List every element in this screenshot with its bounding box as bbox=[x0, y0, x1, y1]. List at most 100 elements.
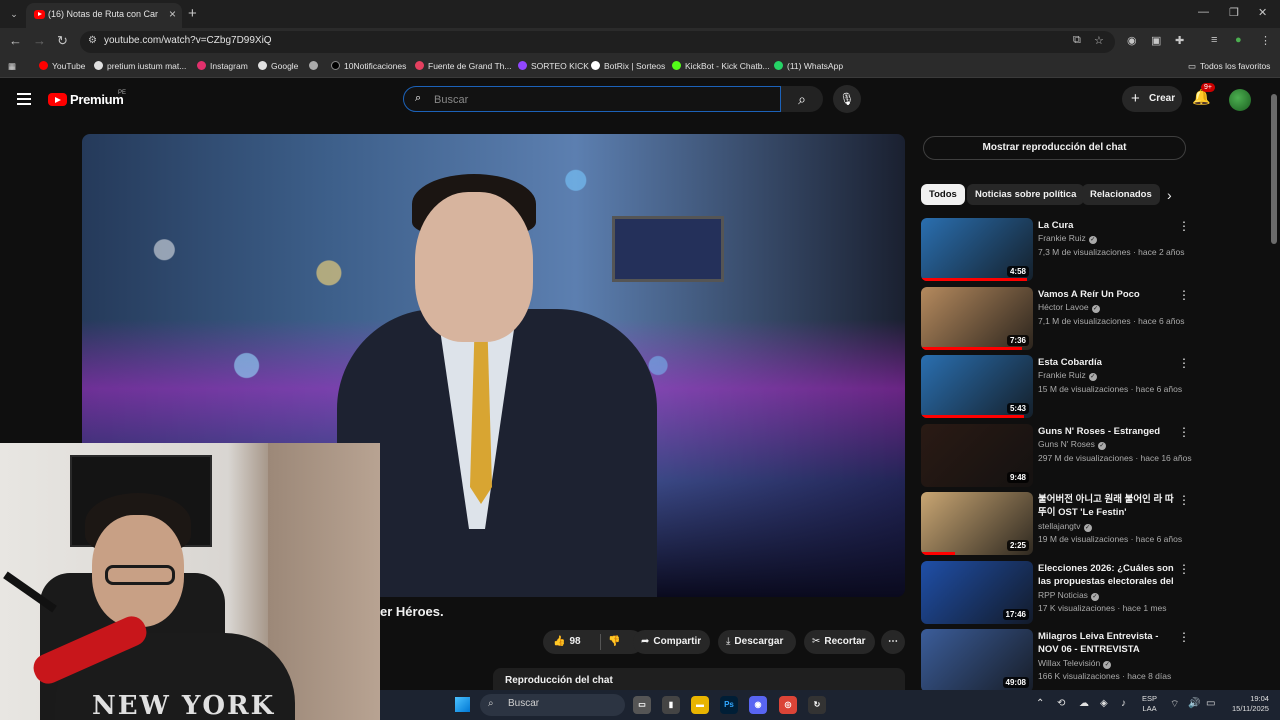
video-thumbnail[interactable]: 4:58 bbox=[921, 218, 1033, 281]
chip-related[interactable]: Relacionados bbox=[1082, 184, 1160, 205]
video-thumbnail[interactable]: 7:36 bbox=[921, 287, 1033, 350]
reading-list-icon[interactable]: ≡ bbox=[1211, 34, 1217, 46]
wifi-icon[interactable]: ⌔ bbox=[1170, 698, 1179, 711]
video-thumbnail[interactable]: 2:25 bbox=[921, 492, 1033, 555]
cloud-icon[interactable]: ☁ bbox=[1079, 698, 1089, 709]
bookmark-star-icon[interactable]: ☆ bbox=[1094, 34, 1104, 47]
video-title[interactable]: Vamos A Reír Un Poco bbox=[1038, 288, 1176, 301]
more-vertical-icon[interactable]: ⋮ bbox=[1178, 630, 1190, 644]
windows-start-icon[interactable] bbox=[455, 697, 470, 712]
tab-close-icon[interactable]: × bbox=[169, 7, 176, 21]
install-app-icon[interactable]: ⧉ bbox=[1073, 34, 1081, 47]
recommendation-item[interactable]: 9:48 Guns N' Roses - Estranged Guns N' Ros… bbox=[921, 424, 1196, 488]
voice-search-button[interactable]: 🎙 bbox=[833, 85, 861, 113]
tray-mic-icon[interactable]: ♪ bbox=[1121, 698, 1126, 709]
more-actions-button[interactable]: ⋯ bbox=[881, 630, 905, 654]
video-thumbnail[interactable]: 49:08 bbox=[921, 629, 1033, 692]
volume-icon[interactable]: 🔊 bbox=[1188, 698, 1200, 709]
download-button[interactable]: ⤓ Descargar bbox=[718, 630, 796, 654]
channel-name[interactable]: stellajangtv ✓ bbox=[1038, 521, 1092, 532]
search-input[interactable] bbox=[434, 92, 734, 107]
browser-tab[interactable]: (16) Notas de Ruta con Carlos l × bbox=[26, 3, 182, 28]
extensions-puzzle-icon[interactable]: ✚ bbox=[1175, 34, 1184, 47]
chrome-icon[interactable]: ◎ bbox=[779, 696, 797, 714]
app-icon[interactable]: ▮ bbox=[662, 696, 680, 714]
browser-menu-icon[interactable]: ⋮ bbox=[1260, 34, 1271, 47]
bookmark-item[interactable]: BotRix | Sorteos bbox=[591, 61, 665, 71]
clock[interactable]: 19:04 15/11/2025 bbox=[1232, 694, 1269, 714]
video-thumbnail[interactable]: 9:48 bbox=[921, 424, 1033, 487]
tray-chevron-icon[interactable]: ⌃ bbox=[1036, 698, 1044, 709]
bookmark-item[interactable]: KickBot - Kick Chatb... bbox=[672, 61, 770, 71]
clip-button[interactable]: ✂ Recortar bbox=[804, 630, 875, 654]
recommendation-item[interactable]: 4:58 La Cura Frankie Ruiz ✓ 7,3 M de visuali… bbox=[921, 218, 1196, 282]
all-bookmarks-folder[interactable]: ▭ Todos los favoritos bbox=[1188, 61, 1270, 72]
chip-todos[interactable]: Todos bbox=[921, 184, 965, 205]
bookmark-item[interactable]: Fuente de Grand Th... bbox=[415, 61, 511, 71]
recommendation-item[interactable]: 5:43 Esta Cobardía Frankie Ruiz ✓ 15 M de vi… bbox=[921, 355, 1196, 419]
video-title[interactable]: Esta Cobardía bbox=[1038, 356, 1176, 369]
more-vertical-icon[interactable]: ⋮ bbox=[1178, 356, 1190, 370]
show-chat-replay-button[interactable]: Mostrar reproducción del chat bbox=[923, 136, 1186, 160]
extension-icon[interactable]: ◉ bbox=[1127, 34, 1137, 47]
channel-name[interactable]: Willax Televisión ✓ bbox=[1038, 658, 1112, 669]
tray-icon[interactable]: ⟲ bbox=[1057, 698, 1065, 709]
minimize-icon[interactable]: — bbox=[1198, 6, 1209, 18]
apps-grid-icon[interactable]: ▦ bbox=[8, 61, 16, 72]
create-button[interactable]: + Crear bbox=[1122, 86, 1182, 112]
back-icon[interactable]: ← bbox=[9, 33, 22, 48]
taskbar-search[interactable]: ⌕ Buscar bbox=[480, 694, 625, 716]
bookmark-item[interactable] bbox=[309, 61, 322, 71]
video-thumbnail[interactable]: 5:43 bbox=[921, 355, 1033, 418]
site-info-icon[interactable]: ⚙ bbox=[88, 35, 97, 46]
channel-name[interactable]: RPP Noticias ✓ bbox=[1038, 590, 1099, 601]
channel-name[interactable]: Héctor Lavoe ✓ bbox=[1038, 302, 1100, 313]
tray-icon[interactable]: ◈ bbox=[1100, 698, 1108, 709]
video-thumbnail[interactable]: 17:46 bbox=[921, 561, 1033, 624]
more-vertical-icon[interactable]: ⋮ bbox=[1178, 288, 1190, 302]
menu-icon[interactable] bbox=[17, 93, 31, 105]
close-window-icon[interactable]: ✕ bbox=[1258, 6, 1267, 19]
address-bar[interactable]: ⚙ youtube.com/watch?v=CZbg7D99XiQ ⧉ ☆ bbox=[80, 31, 1115, 53]
language-indicator[interactable]: ESP LAA bbox=[1142, 694, 1157, 714]
bookmark-item[interactable]: SORTEO KICK bbox=[518, 61, 589, 71]
video-title[interactable]: Milagros Leiva Entrevista - NOV 06 - ENT… bbox=[1038, 630, 1176, 657]
new-tab-icon[interactable]: + bbox=[188, 5, 197, 22]
task-view-icon[interactable]: ▭ bbox=[633, 696, 651, 714]
share-button[interactable]: ➦ Compartir bbox=[633, 630, 710, 654]
channel-name[interactable]: Frankie Ruiz ✓ bbox=[1038, 370, 1097, 381]
channel-name[interactable]: Frankie Ruiz ✓ bbox=[1038, 233, 1097, 244]
like-button[interactable]: 👍 98 bbox=[553, 630, 581, 654]
photoshop-icon[interactable]: Ps bbox=[720, 696, 738, 714]
recommendation-item[interactable]: 7:36 Vamos A Reír Un Poco Héctor Lavoe ✓ 7,1… bbox=[921, 287, 1196, 351]
restore-icon[interactable]: ❐ bbox=[1229, 6, 1239, 19]
reload-icon[interactable]: ↻ bbox=[57, 33, 68, 49]
discord-icon[interactable]: ◉ bbox=[749, 696, 767, 714]
app-icon[interactable]: ↻ bbox=[808, 696, 826, 714]
search-button[interactable]: ⌕ bbox=[781, 86, 823, 112]
bookmark-item[interactable]: Instagram bbox=[197, 61, 248, 71]
page-scrollbar[interactable] bbox=[1270, 84, 1278, 716]
more-vertical-icon[interactable]: ⋮ bbox=[1178, 562, 1190, 576]
logo-text[interactable]: Premium bbox=[70, 92, 124, 107]
file-explorer-icon[interactable]: ▬ bbox=[691, 696, 709, 714]
recommendation-item[interactable]: 17:46 Elecciones 2026: ¿Cuáles son las pr… bbox=[921, 561, 1196, 625]
forward-icon[interactable]: → bbox=[33, 33, 46, 48]
video-title[interactable]: Elecciones 2026: ¿Cuáles son las propues… bbox=[1038, 562, 1176, 589]
video-title[interactable]: 불어버전 아니고 원래 불어인 라 따뚜이 OST 'Le Festin' bbox=[1038, 493, 1176, 519]
chip-politics-news[interactable]: Noticias sobre política bbox=[967, 184, 1085, 205]
tab-search-icon[interactable]: ⌄ bbox=[6, 6, 22, 22]
chevron-right-icon[interactable]: › bbox=[1167, 187, 1172, 203]
recommendation-item[interactable]: 49:08 Milagros Leiva Entrevista - NOV 06 … bbox=[921, 629, 1196, 693]
video-title[interactable]: La Cura bbox=[1038, 219, 1176, 232]
recommendation-item[interactable]: 2:25 불어버전 아니고 원래 불어인 라 따뚜이 OST 'Le Festin… bbox=[921, 492, 1196, 556]
more-vertical-icon[interactable]: ⋮ bbox=[1178, 425, 1190, 439]
video-title[interactable]: Guns N' Roses - Estranged bbox=[1038, 425, 1176, 438]
avatar[interactable] bbox=[1229, 89, 1251, 111]
bookmark-item[interactable]: (11) WhatsApp bbox=[774, 61, 843, 71]
youtube-logo-icon[interactable] bbox=[48, 93, 67, 106]
bookmark-item[interactable]: pretium iustum mat... bbox=[94, 61, 186, 71]
more-vertical-icon[interactable]: ⋮ bbox=[1178, 219, 1190, 233]
more-vertical-icon[interactable]: ⋮ bbox=[1178, 493, 1190, 507]
bookmark-item[interactable]: 10Notificaciones bbox=[331, 61, 406, 71]
